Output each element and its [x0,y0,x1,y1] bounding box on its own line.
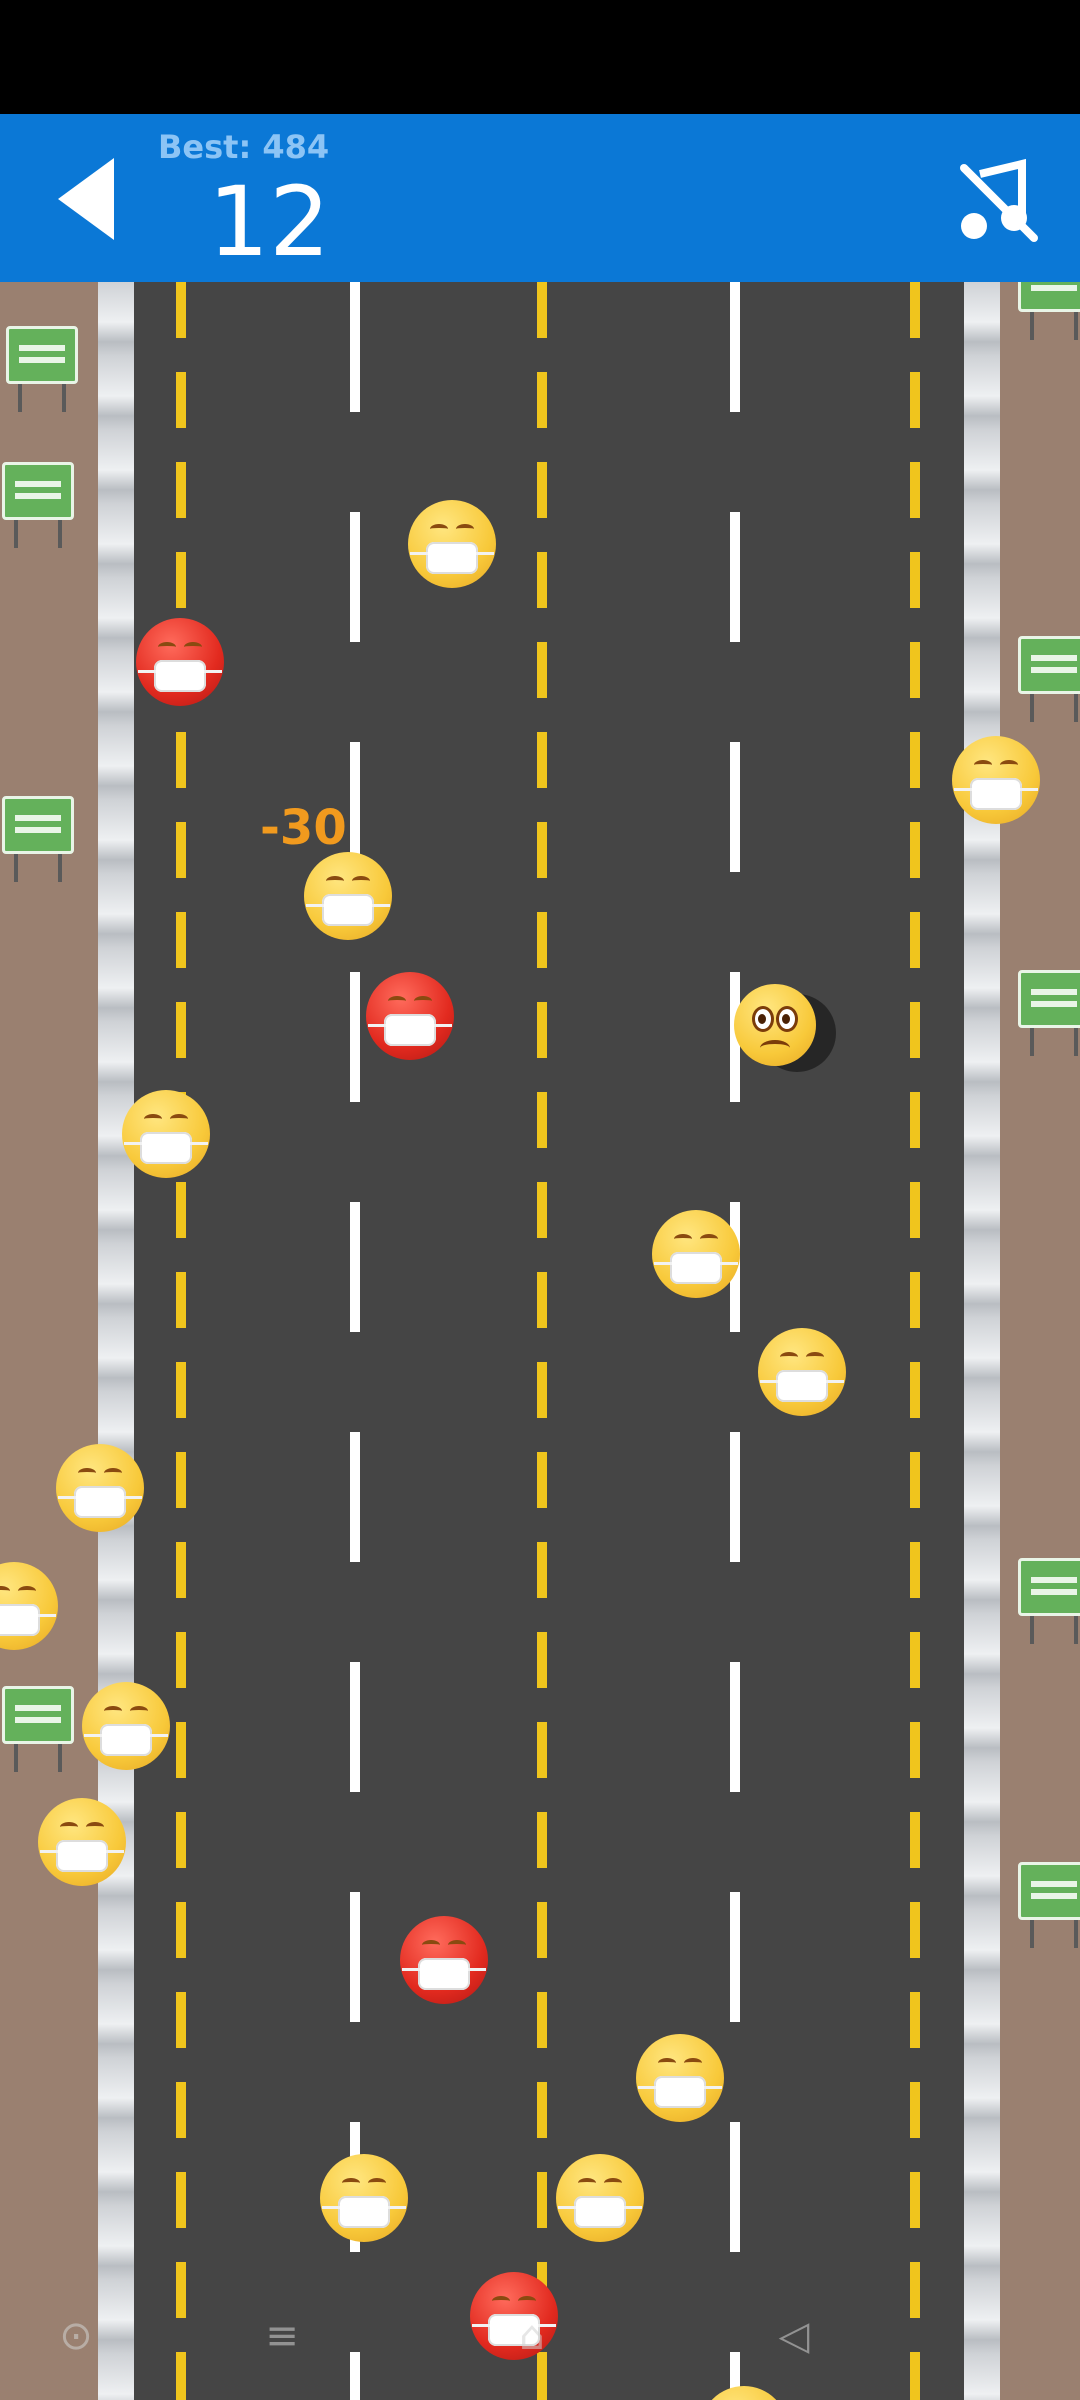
roadside-sign [2,796,74,882]
masked-face-icon[interactable] [304,852,392,940]
nav-back-icon[interactable]: ◁ [770,2312,818,2360]
roadside-sign [1018,282,1080,340]
roadside-left [0,282,100,2400]
roadside-sign [2,462,74,548]
masked-face-icon[interactable] [556,2154,644,2242]
masked-face-icon[interactable] [952,736,1040,824]
masked-face-icon[interactable] [38,1798,126,1886]
lane-line-yellow [910,282,920,2400]
masked-face-icon[interactable] [758,1328,846,1416]
best-score-label: Best: 484 [158,128,330,166]
masked-face-icon[interactable] [652,1210,740,1298]
masked-face-icon[interactable] [636,2034,724,2122]
masked-face-icon[interactable] [136,618,224,706]
guardrail-left [98,282,134,2400]
roadside-sign [1018,970,1080,1056]
roadside-sign [6,326,78,412]
game-header: Best: 484 12 [0,114,1080,282]
lane-line-yellow [176,282,186,2400]
penalty-text: -30 [260,800,347,856]
nav-menu-icon[interactable]: ≡ [258,2312,306,2360]
masked-face-icon[interactable] [366,972,454,1060]
roadside-sign [1018,1862,1080,1948]
game-area[interactable]: -30 [0,282,1080,2400]
current-score: 12 [208,166,331,278]
roadside-sign [2,1686,74,1772]
nav-home-icon[interactable]: ⌂ [508,2312,556,2360]
music-off-icon[interactable] [950,154,1042,246]
masked-face-icon[interactable] [122,1090,210,1178]
status-bar [0,0,1080,114]
lane-line-white [350,282,360,2400]
lane-line-yellow [537,282,547,2400]
guardrail-right [964,282,1000,2400]
road [134,282,964,2400]
masked-face-icon[interactable] [82,1682,170,1770]
masked-face-icon[interactable] [56,1444,144,1532]
nav-recent-icon[interactable]: ⊙ [52,2312,100,2360]
lane-line-white [730,282,740,2400]
system-nav-bar: ⊙ ≡ ⌂ ◁ [0,2290,1080,2380]
worried-face-icon[interactable] [734,984,816,1066]
roadside-sign [1018,636,1080,722]
back-arrow-icon[interactable] [52,154,122,244]
roadside-right [1000,282,1080,2400]
masked-face-icon[interactable] [400,1916,488,2004]
masked-face-icon[interactable] [320,2154,408,2242]
roadside-sign [1018,1558,1080,1644]
masked-face-icon[interactable] [408,500,496,588]
